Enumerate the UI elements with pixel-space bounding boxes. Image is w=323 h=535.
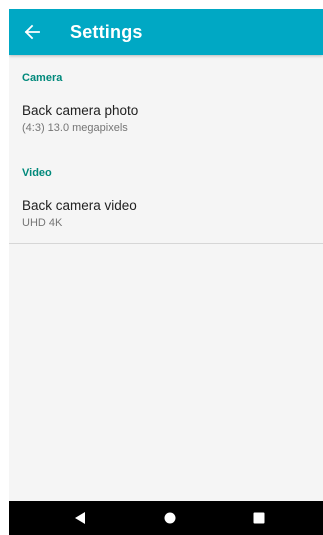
- pref-summary: UHD 4K: [22, 217, 63, 229]
- square-recents-icon: [253, 512, 265, 524]
- navigation-bar: [9, 501, 323, 535]
- pref-title: Back camera video: [22, 198, 137, 213]
- settings-screen: Settings Camera Back camera photo (4:3) …: [9, 9, 323, 535]
- nav-back-button[interactable]: [60, 501, 100, 535]
- page-title: Settings: [70, 21, 143, 42]
- arrow-left-icon: [24, 24, 40, 40]
- preference-list: Camera Back camera photo (4:3) 13.0 mega…: [9, 55, 323, 501]
- triangle-back-icon: [75, 512, 85, 524]
- back-button[interactable]: [9, 9, 55, 55]
- pref-title: Back camera photo: [22, 103, 139, 118]
- pref-summary: (4:3) 13.0 megapixels: [22, 122, 128, 134]
- app-bar: Settings: [9, 9, 323, 55]
- pref-back-camera-photo[interactable]: Back camera photo (4:3) 13.0 megapixels: [9, 95, 323, 147]
- pref-back-camera-video[interactable]: Back camera video UHD 4K: [9, 190, 323, 242]
- section-header-camera: Camera: [22, 72, 63, 84]
- circle-home-icon: [164, 512, 176, 524]
- divider: [9, 243, 323, 244]
- nav-recents-button[interactable]: [239, 501, 279, 535]
- nav-home-button[interactable]: [150, 501, 190, 535]
- section-header-video: Video: [22, 167, 52, 179]
